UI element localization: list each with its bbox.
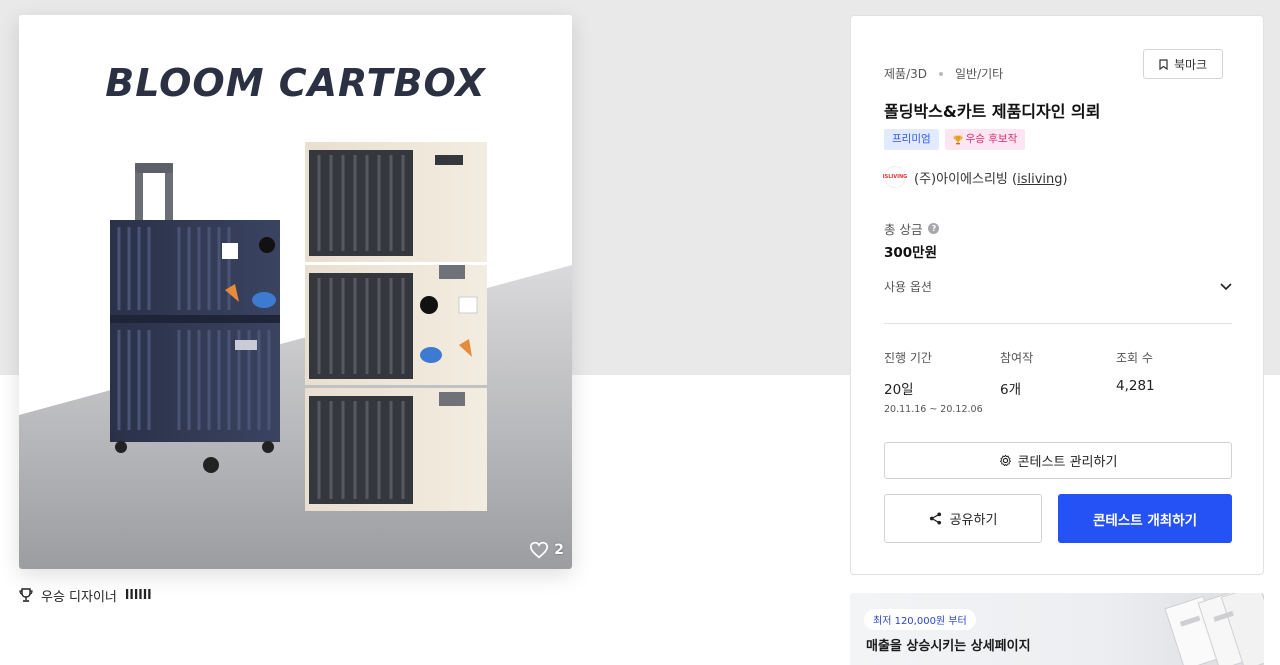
host-id-close-paren: ): [1062, 171, 1068, 187]
stat-period: 진행 기간 20일 20.11.16 ~ 20.12.06: [884, 349, 983, 415]
period-label: 진행 기간: [884, 351, 932, 365]
bookmark-label: 북마크: [1173, 57, 1208, 72]
views-value: 4,281: [1116, 378, 1155, 394]
host-contest-label: 콘테스트 개최하기: [1092, 512, 1198, 529]
ad-banner[interactable]: 최저 120,000원 부터 매출을 상승시키는 상세페이지: [850, 593, 1264, 665]
chevron-down-icon: [1220, 282, 1232, 290]
period-value: 20일: [884, 382, 914, 398]
share-icon: [929, 512, 941, 525]
subcategory-label[interactable]: 일반/기타: [955, 65, 1003, 82]
heart-icon: [530, 541, 549, 559]
host-contest-button[interactable]: 콘테스트 개최하기: [1058, 494, 1232, 543]
bookmark-icon: [1159, 58, 1168, 70]
winner-name[interactable]: llllll: [125, 588, 152, 603]
host-name: (주)아이에스리빙: [914, 171, 1008, 187]
prize-value: 300만원: [884, 245, 938, 261]
ad-headline: 매출을 상승시키는 상세페이지: [866, 639, 1031, 654]
prize-label-text: 총 상금: [884, 222, 923, 237]
ad-price-pill: 최저 120,000원 부터: [864, 609, 976, 630]
manage-contest-label: 콘테스트 관리하기: [1017, 455, 1118, 470]
period-dates: 20.11.16 ~ 20.12.06: [884, 404, 983, 415]
host-info[interactable]: ISLIVING (주)아이에스리빙 (isliving): [883, 166, 1068, 188]
category-breadcrumb: 제품/3D 일반/기타: [884, 65, 1003, 82]
like-button[interactable]: 2: [529, 541, 564, 559]
winner-designer-row: 우승 디자이너 llllll: [19, 586, 152, 605]
contest-info-panel: 제품/3D 일반/기타 북마크 폴딩박스&카트 제품디자인 의뢰 프리미엄 우승…: [850, 15, 1264, 575]
separator-dot: [939, 71, 943, 76]
winner-label: 우승 디자이너: [41, 590, 117, 605]
views-label: 조회 수: [1116, 351, 1153, 365]
divider: [884, 323, 1232, 324]
badge-list: 프리미엄 우승 후보작: [884, 129, 1026, 150]
bookmark-button[interactable]: 북마크: [1143, 49, 1223, 79]
prize-label: 총 상금 ?: [884, 219, 940, 238]
participants-value: 6개: [1000, 382, 1022, 398]
trophy-icon: [19, 588, 33, 602]
award-candidate-badge: 우승 후보작: [944, 129, 1026, 150]
help-icon[interactable]: ?: [928, 223, 940, 234]
premium-badge: 프리미엄: [884, 129, 939, 150]
contest-title: 폴딩박스&카트 제품디자인 의뢰: [884, 102, 1101, 121]
participants-label: 참여작: [1000, 351, 1034, 365]
stat-views: 조회 수 4,281: [1116, 349, 1155, 394]
award-badge-label: 우승 후보작: [965, 133, 1018, 145]
host-id-open-paren: (: [1007, 171, 1018, 187]
share-label: 공유하기: [949, 513, 998, 528]
trophy-badge-icon: [953, 135, 963, 144]
category-label[interactable]: 제품/3D: [884, 65, 927, 82]
host-id-link[interactable]: isliving: [1017, 172, 1062, 187]
product-title-text: BLOOM CARTBOX: [105, 61, 486, 105]
like-count: 2: [554, 542, 564, 558]
usage-option-dropdown[interactable]: 사용 옵션: [884, 278, 1232, 295]
product-image-card[interactable]: BLOOM CARTBOX 2: [19, 15, 572, 569]
cream-stacked-boxes: [305, 142, 487, 511]
ad-page-mockups: [1164, 593, 1264, 665]
usage-option-label: 사용 옵션: [884, 280, 932, 294]
gear-icon: [999, 454, 1011, 467]
manage-contest-button[interactable]: 콘테스트 관리하기: [884, 442, 1232, 479]
host-logo: ISLIVING: [883, 166, 907, 188]
stat-participants: 참여작 6개: [1000, 349, 1033, 398]
share-button[interactable]: 공유하기: [884, 494, 1042, 543]
